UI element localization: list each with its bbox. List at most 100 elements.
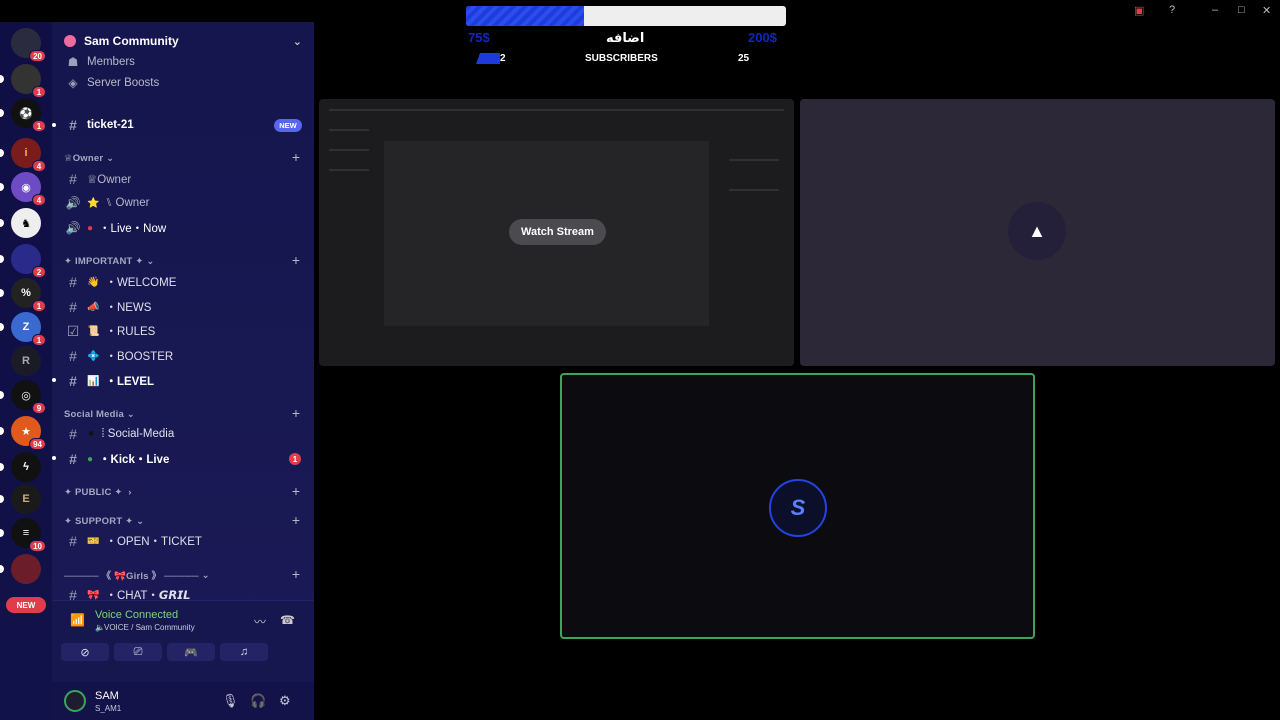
voice-status[interactable]: Voice Connected <box>95 609 178 621</box>
boost-icon: ◈ <box>68 76 78 90</box>
activities-button[interactable]: 🎮 <box>167 643 215 661</box>
server-icon[interactable]: % 1 <box>0 278 46 312</box>
server-icon[interactable]: i4 <box>0 138 46 172</box>
server-icon[interactable]: ◉ 4 <box>0 172 46 206</box>
camera-off-button[interactable]: ⊘ <box>61 643 109 661</box>
self-participant-tile[interactable]: S <box>560 373 1035 639</box>
ribbon-icon: 🎀 <box>87 589 100 601</box>
watch-stream-button[interactable]: Watch Stream <box>509 219 606 245</box>
channel-label: ・WELCOME <box>105 277 177 289</box>
channel-welcome[interactable]: # 👋 ・WELCOME <box>64 272 176 292</box>
add-channel-button[interactable]: + <box>292 566 300 582</box>
server-icon[interactable]: ⚽ 1 <box>0 98 46 132</box>
category-support[interactable]: ✦ SUPPORT ✦ ⌄ <box>64 514 144 528</box>
hash-icon: # <box>69 299 77 315</box>
voice-channel-owner[interactable]: 🔊 ⭐ ⑊ Owner <box>64 193 150 213</box>
server-icon[interactable]: ★ 94 <box>0 416 46 450</box>
unread-badge: 1 <box>32 86 46 98</box>
server-icon[interactable]: ≡ 10 <box>0 518 46 552</box>
hash-icon: # <box>69 451 77 467</box>
voice-channel-live[interactable]: 🔊 ● ・Live・Now <box>64 218 167 238</box>
noise-suppression-icon[interactable]: 〰 <box>254 613 266 630</box>
channel-level[interactable]: # 📊 ・LEVEL <box>64 371 154 391</box>
voice-channel-name[interactable]: VOICE / Sam Community <box>104 623 195 632</box>
stream-tile[interactable]: Watch Stream <box>319 99 794 366</box>
category-girls[interactable]: ───── 《 🎀Girls 》 ───── ⌄ <box>64 568 210 583</box>
add-channel-button[interactable]: + <box>292 405 300 421</box>
avatar: ▲ <box>1008 202 1066 260</box>
unread-badge: 20 <box>29 50 46 62</box>
category-label: ✦ SUPPORT ✦ <box>64 515 134 527</box>
members-link[interactable]: ☗ Members <box>64 52 135 72</box>
signal-icon[interactable]: 📶 <box>70 613 85 627</box>
server-icon[interactable]: E <box>0 484 41 514</box>
channel-ticket[interactable]: # ticket-21 <box>64 115 134 135</box>
server-icon[interactable]: ◎ 9 <box>0 380 46 414</box>
category-label: Social Media <box>64 408 124 420</box>
channel-kick-live[interactable]: # ● ・Kick・Live <box>64 449 169 469</box>
server-icon[interactable]: Z1 <box>0 312 46 346</box>
new-servers-pill[interactable]: NEW <box>6 597 46 613</box>
participant-tile[interactable]: ▲ <box>800 99 1275 366</box>
disconnect-icon[interactable]: ☎ <box>280 613 295 627</box>
server-icon[interactable]: ϟ <box>0 452 41 482</box>
user-tag: S_AM1 <box>95 704 122 713</box>
server-icon[interactable]: 20 <box>11 28 46 62</box>
close-button[interactable]: ✕ <box>1262 4 1271 17</box>
help-icon[interactable]: ? <box>1169 4 1175 16</box>
unread-badge: 1 <box>32 334 46 346</box>
server-icon[interactable] <box>0 554 41 584</box>
subs-label: SUBSCRIBERS <box>585 53 658 64</box>
category-public[interactable]: ✦ PUBLIC ✦ › <box>64 485 132 499</box>
chart-icon: 📊 <box>87 375 100 387</box>
user-name[interactable]: SAM <box>95 690 119 702</box>
channel-booster[interactable]: # 💠 ・BOOSTER <box>64 346 173 366</box>
screen-share-button[interactable]: ⎚ <box>114 643 162 661</box>
category-important[interactable]: ✦ IMPORTANT ✦ ⌄ <box>64 254 155 268</box>
gear-icon[interactable]: ⚙ <box>279 693 291 709</box>
server-icon[interactable]: 2 <box>0 244 46 278</box>
channel-label: ・LEVEL <box>105 376 155 388</box>
server-icon[interactable]: ♞ <box>0 208 41 238</box>
goal-min: 75$ <box>468 30 490 45</box>
channel-news[interactable]: # 📣 ・NEWS <box>64 297 151 317</box>
add-channel-button[interactable]: + <box>292 252 300 268</box>
server-icon[interactable]: R <box>11 346 41 376</box>
inbox-icon[interactable]: ▣ <box>1134 4 1144 17</box>
members-icon: ☗ <box>67 55 79 69</box>
channel-label: ⑊ Owner <box>105 197 150 209</box>
channel-open-ticket[interactable]: # 🎫 ・OPEN・TICKET <box>64 531 202 551</box>
avatar: S <box>769 479 827 537</box>
maximize-button[interactable]: □ <box>1238 4 1245 16</box>
channel-label: ・BOOSTER <box>105 351 174 363</box>
microphone-icon[interactable]: 🎙 <box>222 693 239 709</box>
app-window: ▣ ? – □ ✕ 20 1 ⚽ 1 i4 ◉ 4 ♞ 2 % 1 Z1 R ◎ 9 ★… <box>0 0 1280 720</box>
members-label: Members <box>87 56 135 68</box>
channel-label: ・RULES <box>105 326 156 338</box>
server-boosts-link[interactable]: ◈ Server Boosts <box>64 73 159 93</box>
minimize-button[interactable]: – <box>1212 4 1218 16</box>
channel-label: ticket-21 <box>87 119 134 131</box>
hash-icon: # <box>69 171 77 187</box>
server-icon[interactable]: 1 <box>0 64 46 98</box>
category-owner[interactable]: ♕Owner ⌄ <box>64 151 114 165</box>
headphones-icon[interactable]: 🎧 <box>250 693 266 709</box>
black-circle-icon: ⚫ <box>87 428 96 440</box>
add-channel-button[interactable]: + <box>292 149 300 165</box>
chevron-down-icon: ⌄ <box>292 35 302 48</box>
category-label: ───── 《 🎀Girls 》 ───── <box>64 571 199 582</box>
hash-icon: # <box>69 117 77 133</box>
channel-owner[interactable]: # ♕Owner <box>64 169 131 189</box>
category-social-media[interactable]: Social Media ⌄ <box>64 407 135 421</box>
soundboard-button[interactable]: ♫ <box>220 643 268 661</box>
add-channel-button[interactable]: + <box>292 483 300 499</box>
channel-social-media[interactable]: # ⚫ ⁞ Social-Media <box>64 424 174 444</box>
channel-label: ♕Owner <box>87 174 132 186</box>
megaphone-icon: 📣 <box>87 301 100 313</box>
add-channel-button[interactable]: + <box>292 512 300 528</box>
rules-icon: ☑ <box>66 322 80 339</box>
speaker-icon: 🔊 <box>65 221 81 235</box>
channel-rules[interactable]: ☑ 📜 ・RULES <box>64 321 156 341</box>
avatar[interactable] <box>64 690 86 712</box>
red-dot-icon: ● <box>87 222 94 234</box>
